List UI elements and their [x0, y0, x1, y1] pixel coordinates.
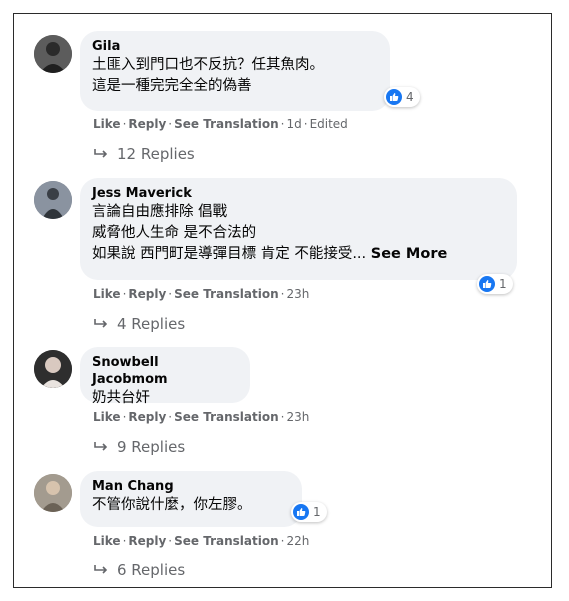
see-more-link[interactable]: See More — [371, 246, 448, 262]
see-translation-link[interactable]: See Translation — [174, 117, 279, 131]
comment-author[interactable]: Snowbell Jacobmom — [92, 354, 238, 388]
edited-label: Edited — [309, 117, 348, 131]
comments-panel: Gila 土匪入到門口也不反抗？任其魚肉。 這是一種完完全全的偽善 4 Like… — [13, 13, 552, 588]
comment-text-line: 不管你說什麼，你左膠。 — [92, 497, 252, 513]
comment-text-line: 土匪入到門口也不反抗？任其魚肉。 — [92, 57, 324, 73]
timestamp[interactable]: 1d — [286, 117, 301, 131]
replies-label: 4 Replies — [117, 315, 186, 333]
timestamp[interactable]: 23h — [286, 410, 309, 424]
reaction-count: 1 — [313, 505, 321, 519]
see-translation-link[interactable]: See Translation — [174, 534, 279, 548]
reply-arrow-icon — [94, 149, 108, 158]
person-icon — [34, 474, 72, 512]
reaction-count: 1 — [499, 277, 507, 291]
avatar[interactable] — [34, 181, 72, 219]
comment-author[interactable]: Jess Maverick — [92, 185, 505, 202]
reply-arrow-icon — [94, 565, 108, 574]
comment-actions: Like · Reply · See Translation · 23h — [93, 410, 310, 424]
timestamp[interactable]: 23h — [286, 287, 309, 301]
comment-bubble: Jess Maverick 言論自由應排除 倡戰 威脅他人生命 是不合法的 如果… — [80, 178, 517, 280]
replies-label: 12 Replies — [117, 145, 195, 163]
comment-bubble: Man Chang 不管你說什麼，你左膠。 — [80, 471, 302, 527]
see-translation-link[interactable]: See Translation — [174, 287, 279, 301]
avatar[interactable] — [34, 474, 72, 512]
reaction-count: 4 — [406, 90, 414, 104]
like-icon — [479, 276, 495, 292]
comment-text-line: 這是一種完完全全的偽善 — [92, 78, 252, 94]
comment-text-line: 如果說 西門町是導彈目標 肯定 不能接受... — [92, 246, 367, 262]
reply-button[interactable]: Reply — [128, 410, 166, 424]
like-button[interactable]: Like — [93, 287, 121, 301]
person-icon — [34, 181, 72, 219]
reply-button[interactable]: Reply — [128, 117, 166, 131]
view-replies-button[interactable]: 4 Replies — [93, 315, 185, 333]
person-icon — [34, 35, 72, 73]
reply-button[interactable]: Reply — [128, 534, 166, 548]
timestamp[interactable]: 22h — [286, 534, 309, 548]
reaction-badge[interactable]: 4 — [384, 87, 420, 107]
like-icon — [293, 504, 309, 520]
comment-author[interactable]: Man Chang — [92, 478, 290, 495]
like-button[interactable]: Like — [93, 410, 121, 424]
replies-label: 6 Replies — [117, 561, 186, 579]
reply-arrow-icon — [94, 442, 108, 451]
like-icon — [386, 89, 402, 105]
view-replies-button[interactable]: 6 Replies — [93, 561, 185, 579]
reaction-badge[interactable]: 1 — [291, 502, 327, 522]
comment-actions: Like · Reply · See Translation · 23h — [93, 287, 310, 301]
comment-text-line: 威脅他人生命 是不合法的 — [92, 225, 257, 241]
replies-label: 9 Replies — [117, 438, 186, 456]
comment-actions: Like · Reply · See Translation · 1d · Edited — [93, 117, 348, 131]
comment-text-line: 言論自由應排除 倡戰 — [92, 204, 228, 220]
view-replies-button[interactable]: 9 Replies — [93, 438, 185, 456]
view-replies-button[interactable]: 12 Replies — [93, 145, 195, 163]
see-translation-link[interactable]: See Translation — [174, 410, 279, 424]
person-icon — [34, 350, 72, 388]
reaction-badge[interactable]: 1 — [477, 274, 513, 294]
comment-text-line: 奶共台奸 — [92, 390, 150, 406]
comment-bubble: Gila 土匪入到門口也不反抗？任其魚肉。 這是一種完完全全的偽善 — [80, 31, 390, 111]
like-button[interactable]: Like — [93, 534, 121, 548]
like-button[interactable]: Like — [93, 117, 121, 131]
comment-bubble: Snowbell Jacobmom 奶共台奸 — [80, 347, 250, 406]
comment-author[interactable]: Gila — [92, 38, 378, 55]
avatar[interactable] — [34, 350, 72, 388]
reply-arrow-icon — [94, 319, 108, 328]
reply-button[interactable]: Reply — [128, 287, 166, 301]
comment-actions: Like · Reply · See Translation · 22h — [93, 534, 310, 548]
avatar[interactable] — [34, 35, 72, 73]
